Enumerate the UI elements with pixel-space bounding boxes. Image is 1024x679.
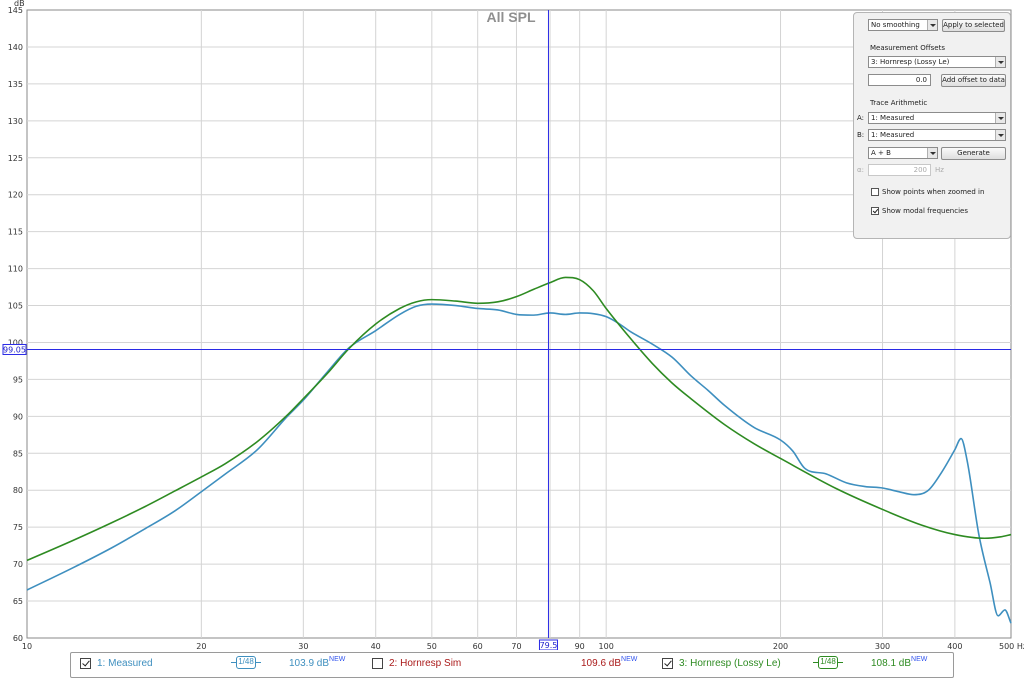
legend-checkbox-hornresp-sim[interactable] <box>372 658 383 669</box>
x-tick-label: 40 <box>371 642 381 650</box>
offset-measurement-value: 3: Hornresp (Lossy Le) <box>871 58 950 66</box>
x-tick-label: 200 <box>773 642 788 650</box>
series-line-1-measured <box>26 303 1012 624</box>
trace-b-value: 1: Measured <box>871 131 915 139</box>
chart-title: All SPL <box>486 9 535 25</box>
trace-a-value: 1: Measured <box>871 114 915 122</box>
legend-label-hornresp-sim: 2: Hornresp Sim <box>389 658 462 669</box>
x-tick-label: 500 Hz <box>999 642 1024 650</box>
y-tick-label: 65 <box>13 597 23 606</box>
show-modal-label: Show modal frequencies <box>882 207 968 215</box>
smoothing-select[interactable]: No smoothing <box>868 19 938 31</box>
operation-select[interactable]: A + B <box>868 147 938 159</box>
y-tick-label: 95 <box>13 375 23 384</box>
y-tick-labels: 6065707580859095100105110115120125130135… <box>8 6 23 643</box>
legend-value-hornresp-lossy: 108.1 dBNEW <box>871 656 928 669</box>
control-panel: No smoothing Apply to selected Measureme… <box>853 12 1011 239</box>
cursor-x-label: 79.5 <box>540 641 558 650</box>
legend-dash <box>838 662 843 663</box>
operation-value: A + B <box>871 149 891 157</box>
y-tick-label: 70 <box>13 560 23 569</box>
legend-value-hornresp-sim: 109.6 dBNEW <box>581 656 638 669</box>
show-points-label: Show points when zoomed in <box>882 188 985 196</box>
legend-smoothing-hornresp-lossy[interactable]: 1/48 <box>813 656 843 670</box>
trace-a-label: A: <box>857 114 865 122</box>
y-tick-label: 125 <box>8 154 23 163</box>
y-tick-label: 75 <box>13 523 23 532</box>
series-line-3-hornresp-lossy-le <box>26 276 1012 562</box>
alpha-label: α: <box>857 166 864 174</box>
y-axis-label: dB <box>14 0 25 8</box>
legend-label-measured: 1: Measured <box>97 658 153 669</box>
trace-b-select[interactable]: 1: Measured <box>868 129 1006 141</box>
y-tick-label: 130 <box>8 117 23 126</box>
x-tick-label: 100 <box>599 642 614 650</box>
chevron-down-icon <box>995 113 1005 123</box>
series-lines <box>26 276 1012 624</box>
legend-bar: 1: Measured 1/48 103.9 dBNEW 2: Hornresp… <box>70 652 954 678</box>
alpha-field: 200 <box>868 164 931 176</box>
x-tick-label: 60 <box>473 642 483 650</box>
trace-b-label: B: <box>857 131 865 139</box>
x-tick-label: 70 <box>511 642 521 650</box>
new-badge: NEW <box>329 656 346 663</box>
y-tick-label: 115 <box>8 228 23 237</box>
new-badge: NEW <box>911 656 928 663</box>
legend-value-text: 103.9 dB <box>289 658 330 669</box>
legend-checkbox-hornresp-lossy[interactable] <box>662 658 673 669</box>
y-tick-label: 80 <box>13 486 23 495</box>
legend-label-hornresp-lossy: 3: Hornresp (Lossy Le) <box>679 658 781 669</box>
smoothing-select-value: No smoothing <box>871 21 920 29</box>
offsets-heading: Measurement Offsets <box>870 44 945 52</box>
chevron-down-icon <box>995 130 1005 140</box>
offset-value-field[interactable]: 0.0 <box>868 74 931 86</box>
cursor-y-label: 99.05 <box>3 345 26 354</box>
x-tick-label: 30 <box>298 642 308 650</box>
legend-value-text: 109.6 dB <box>581 658 622 669</box>
y-tick-label: 140 <box>8 43 23 52</box>
y-tick-label: 85 <box>13 449 23 458</box>
add-offset-button[interactable]: Add offset to data <box>941 74 1006 87</box>
trace-a-select[interactable]: 1: Measured <box>868 112 1006 124</box>
x-tick-labels: 10 20 30 40 50 60 70 90 100 200 300 400 500 Hz <box>22 642 1024 650</box>
arithmetic-heading: Trace Arithmetic <box>870 99 928 107</box>
x-tick-label: 20 <box>196 642 206 650</box>
smoothing-badge: 1/48 <box>818 656 838 669</box>
y-tick-label: 110 <box>8 265 23 274</box>
offset-measurement-select[interactable]: 3: Hornresp (Lossy Le) <box>868 56 1006 68</box>
y-tick-label: 60 <box>13 634 23 643</box>
chevron-down-icon <box>995 57 1005 67</box>
x-tick-label: 400 <box>947 642 962 650</box>
generate-button[interactable]: Generate <box>941 147 1006 160</box>
chevron-down-icon <box>927 20 937 30</box>
x-tick-label: 90 <box>575 642 585 650</box>
y-tick-label: 105 <box>8 302 23 311</box>
y-tick-label: 120 <box>8 191 23 200</box>
y-tick-label: 90 <box>13 412 23 421</box>
chevron-down-icon <box>927 148 937 158</box>
legend-value-measured: 103.9 dBNEW <box>289 656 346 669</box>
apply-to-selected-button[interactable]: Apply to selected <box>942 19 1005 32</box>
smoothing-badge: 1/48 <box>236 656 256 669</box>
x-tick-label: 300 <box>875 642 890 650</box>
hz-unit-label: Hz <box>935 166 944 174</box>
x-tick-label: 50 <box>427 642 437 650</box>
legend-smoothing-measured[interactable]: 1/48 <box>231 656 261 670</box>
legend-value-text: 108.1 dB <box>871 658 912 669</box>
x-tick-label: 10 <box>22 642 32 650</box>
show-points-checkbox[interactable] <box>871 188 879 196</box>
new-badge: NEW <box>621 656 638 663</box>
show-modal-checkbox[interactable] <box>871 207 879 215</box>
legend-checkbox-measured[interactable] <box>80 658 91 669</box>
legend-dash <box>256 662 261 663</box>
y-tick-label: 135 <box>8 80 23 89</box>
